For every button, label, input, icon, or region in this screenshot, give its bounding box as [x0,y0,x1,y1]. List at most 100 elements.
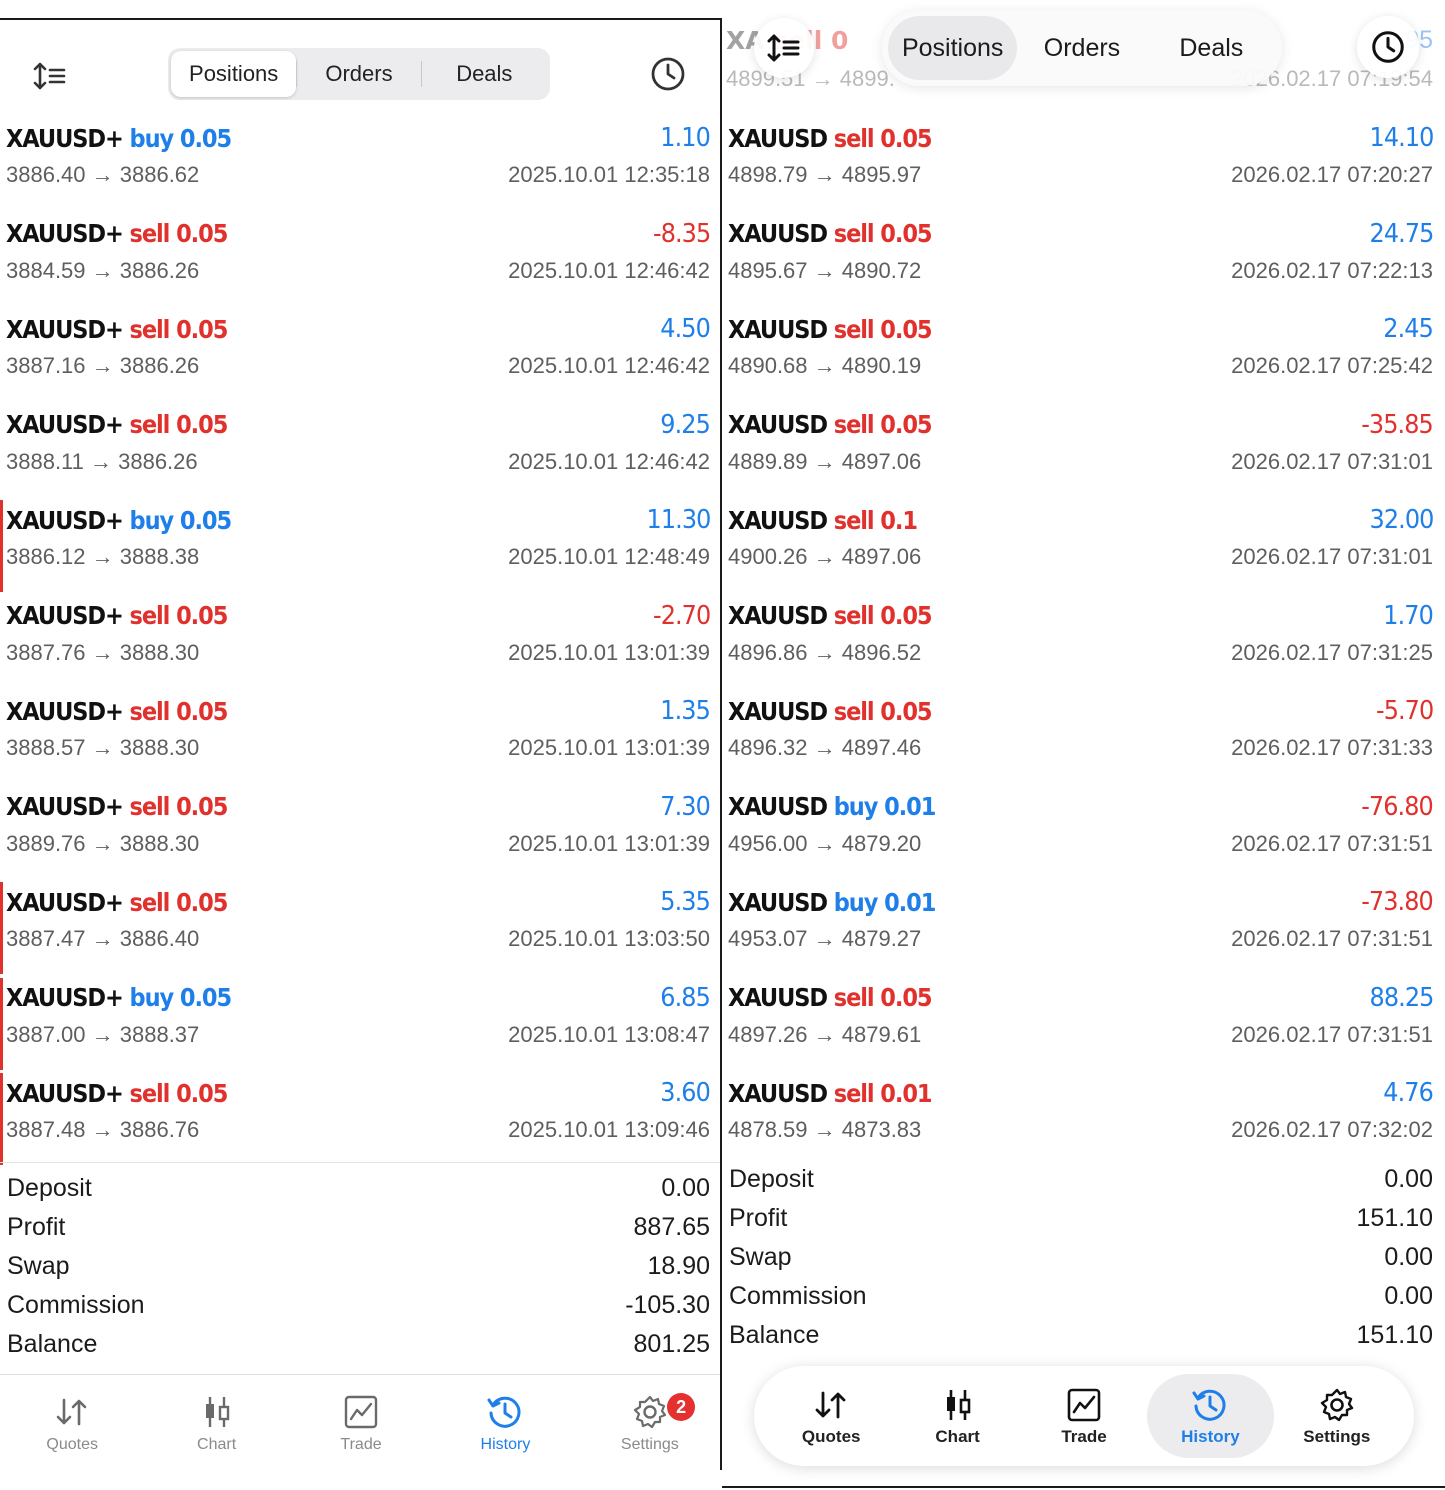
deal-profit: -76.80 [1361,791,1434,822]
deal-prices: 3887.48 → 3886.76 [6,1117,200,1142]
deal-symbol: XAUUSD+ buy 0.05 [6,983,233,1012]
deal-row[interactable]: XAUUSD+ sell 0.05 3.60 3887.48 → 3886.76 20… [0,1071,722,1167]
deal-time: 2025.10.01 13:01:39 [508,735,710,760]
deal-row[interactable]: XAUUSD+ sell 0.05 9.25 3888.11 → 3886.26 20… [0,403,722,499]
summary-profit: Profit 151.10 [729,1204,1433,1232]
deal-row[interactable]: XAUUSD sell 0.05 14.10 4898.79 → 4895.97 20… [722,116,1445,212]
deal-prices: 3888.11 → 3886.26 [6,448,198,474]
nav-quotes[interactable]: Quotes [0,1375,144,1470]
deal-time: 2026.02.17 07:20:27 [1231,162,1433,187]
deal-row[interactable]: XAUUSD sell 0.05 1.70 4896.86 → 4896.52 202… [722,594,1445,690]
deal-profit: -35.85 [1361,409,1434,440]
deal-time: 2026.02.17 07:31:25 [1231,639,1433,665]
tab-deals[interactable]: Deals [422,51,547,97]
deal-profit: 6.85 [660,982,710,1013]
nav-settings[interactable]: Settings 2 [578,1375,722,1470]
summary-deposit: Deposit 0.00 [729,1165,1433,1193]
deal-row[interactable]: XAUUSD+ sell 0.05 -2.70 3887.76 → 3888.30 2… [0,594,722,690]
deal-direction: buy 0.05 [129,983,233,1012]
deal-symbol: XAUUSD+ sell 0.05 [6,792,228,821]
clock-icon [1372,31,1404,63]
deal-profit: 4.76 [1383,1078,1433,1108]
deal-row[interactable]: XAUUSD+ sell 0.05 5.35 3887.47 → 3886.40 20… [0,880,722,976]
deal-prices: 4956.00 → 4879.20 [728,830,922,856]
deal-row[interactable]: XAUUSD sell 0.05 -5.70 4896.32 → 4897.46 20… [722,689,1445,785]
deal-symbol: XAUUSD+ sell 0.05 [6,887,229,917]
deal-prices: 3886.40 → 3886.62 [6,162,200,187]
deal-prices: 3887.47 → 3886.40 [6,926,200,951]
deal-symbol: XAUUSD+ sell 0.05 [6,410,229,439]
deal-row[interactable]: XAUUSD sell 0.05 -35.85 4889.89 → 4897.06 2… [722,403,1445,499]
summary-commission: Commission -105.30 [7,1291,710,1319]
nav-settings[interactable]: Settings [1274,1374,1400,1458]
summary-swap: Swap 18.90 [7,1252,710,1280]
deal-row[interactable]: XAUUSD sell 0.05 88.25 4897.26 → 4879.61 20… [722,976,1445,1072]
deal-time: 2025.10.01 12:35:18 [508,162,710,187]
deal-row[interactable]: XAUUSD+ buy 0.05 6.85 3887.00 → 3888.37 202… [0,976,722,1072]
deal-time: 2025.10.01 13:03:50 [508,926,710,951]
period-button[interactable] [1357,16,1419,78]
deal-prices: 4895.67 → 4890.72 [728,257,922,283]
deal-time: 2026.02.17 07:31:01 [1231,448,1433,474]
tab-positions[interactable]: Positions [888,16,1018,80]
deal-row[interactable]: XAUUSD+ buy 0.05 11.30 3886.12 → 3888.38 20… [0,498,722,594]
deal-direction: sell 0.05 [129,314,229,344]
divider [722,1486,1445,1488]
tab-orders[interactable]: Orders [296,51,422,97]
deal-prices: 4878.59 → 4873.83 [728,1117,922,1142]
deal-prices: 4896.86 → 4896.52 [728,639,922,665]
sort-button[interactable] [28,58,72,94]
deal-symbol: XAUUSD sell 0.1 [728,505,918,535]
deal-row[interactable]: XAUUSD sell 0.05 24.75 4895.67 → 4890.72 20… [722,212,1445,308]
deal-row[interactable]: XAUUSD buy 0.01 -76.80 4956.00 → 4879.20 20… [722,785,1445,881]
tab-positions[interactable]: Positions [171,51,297,97]
deal-row[interactable]: XAUUSD buy 0.01 -73.80 4953.07 → 4879.27 20… [722,880,1445,976]
deal-profit: 24.75 [1369,218,1434,249]
deal-direction: sell 0.05 [129,601,229,630]
deal-direction: sell 0.05 [833,983,933,1012]
deal-time: 2025.10.01 13:01:39 [508,639,710,665]
nav-quotes[interactable]: Quotes [768,1374,894,1458]
deal-symbol: XAUUSD+ sell 0.05 [6,1078,228,1108]
period-button[interactable] [648,54,688,94]
history-header: XA sell 0 95 4899.51 → 4899. 2026.02.17 … [722,0,1445,108]
deal-profit: 88.25 [1369,982,1434,1013]
nav-chart[interactable]: Chart [144,1375,288,1470]
deal-profit: 7.30 [660,791,710,822]
deal-row[interactable]: XAUUSD+ sell 0.05 -8.35 3884.59 → 3886.26 2… [0,212,722,308]
deal-symbol: XAUUSD buy 0.01 [728,792,936,821]
deal-prices: 3888.57 → 3888.30 [6,735,200,760]
deal-prices: 3889.76 → 3888.30 [6,830,200,856]
chart-icon [946,1390,970,1420]
deal-direction: sell 0.1 [833,505,918,535]
deal-list: XAUUSD sell 0.05 14.10 4898.79 → 4895.97 20… [722,116,1445,1167]
deal-row[interactable]: XAUUSD+ sell 0.05 4.50 3887.16 → 3886.26 20… [0,307,722,403]
deal-direction: sell 0.05 [129,219,229,248]
deal-row[interactable]: XAUUSD+ buy 0.05 1.10 3886.40 → 3886.62 202… [0,116,722,212]
deal-direction: sell 0.05 [129,410,229,439]
deal-profit: -2.70 [652,600,711,631]
deal-row[interactable]: XAUUSD sell 0.1 32.00 4900.26 → 4897.06 202… [722,498,1445,594]
summary-balance: Balance 801.25 [7,1330,710,1358]
tab-deals[interactable]: Deals [1147,16,1276,80]
deal-row[interactable]: XAUUSD sell 0.01 4.76 4878.59 → 4873.83 202… [722,1071,1445,1167]
tab-orders[interactable]: Orders [1017,16,1146,80]
sort-button[interactable] [754,18,814,78]
deal-profit: 1.35 [660,696,710,726]
deal-direction: sell 0.05 [129,887,229,917]
nav-trade[interactable]: Trade [289,1375,433,1470]
chart-icon [205,1396,229,1427]
nav-chart[interactable]: Chart [894,1374,1020,1458]
deal-row[interactable]: XAUUSD sell 0.05 2.45 4890.68 → 4890.19 202… [722,307,1445,403]
deal-row[interactable]: XAUUSD+ sell 0.05 1.35 3888.57 → 3888.30 20… [0,689,722,785]
deal-time: 2025.10.01 12:46:42 [508,257,710,283]
deal-direction: sell 0.05 [833,123,933,153]
nav-history[interactable]: History [433,1375,577,1470]
nav-history[interactable]: History [1147,1374,1274,1458]
deal-prices: 3887.16 → 3886.26 [6,353,200,378]
nav-trade[interactable]: Trade [1021,1374,1147,1458]
settings-icon [1320,1388,1354,1422]
deal-row[interactable]: XAUUSD+ sell 0.05 7.30 3889.76 → 3888.30 20… [0,785,722,881]
deal-profit: 11.30 [646,505,711,535]
deal-symbol: XAUUSD buy 0.01 [728,887,936,917]
